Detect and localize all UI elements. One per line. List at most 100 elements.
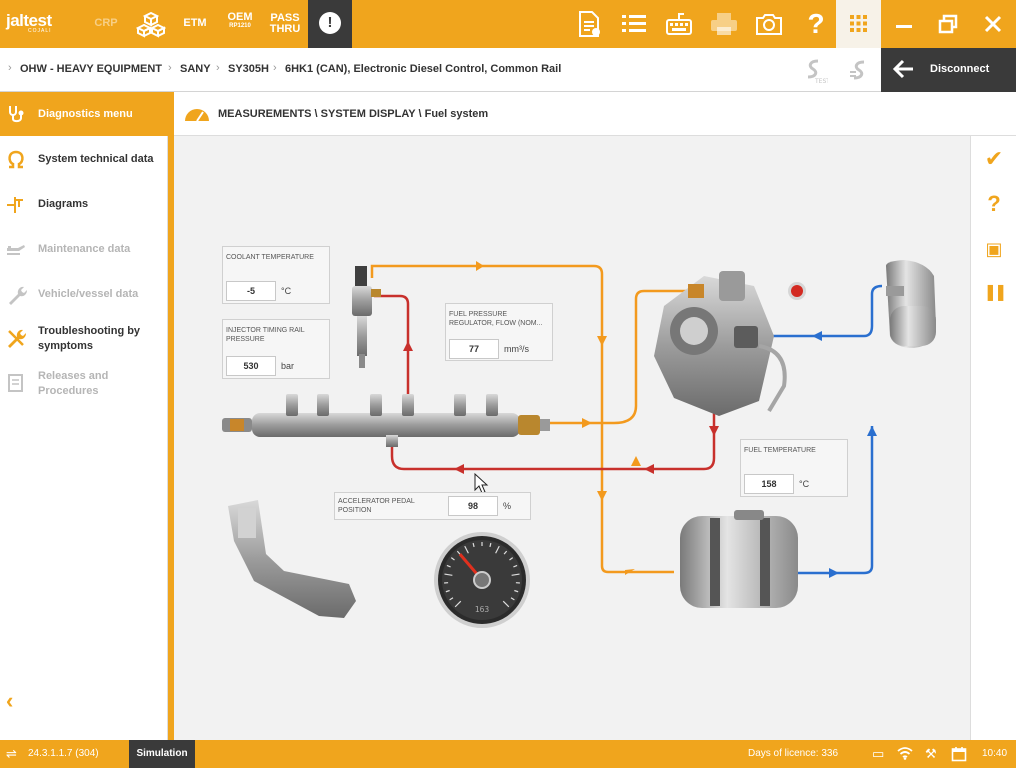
breadcrumb-item-brand[interactable]: SANY	[180, 63, 211, 75]
oil-can-icon	[7, 245, 25, 255]
confirm-icon[interactable]: ✔	[982, 147, 1006, 171]
accelerator-pedal-box: ACCELERATOR PEDAL POSITION 98 %	[334, 492, 531, 520]
apps-grid-button[interactable]	[836, 0, 881, 48]
wifi-icon[interactable]	[897, 746, 913, 763]
accelerator-pedal-label: ACCELERATOR PEDAL POSITION	[338, 498, 415, 514]
back-arrow-icon	[891, 56, 917, 88]
sidebar-item-label: Troubleshooting by symptoms	[38, 325, 141, 352]
minimize-icon	[896, 25, 912, 28]
breadcrumb-item-model[interactable]: SY305H	[228, 63, 269, 75]
connection-icon[interactable]	[844, 56, 872, 84]
mouse-cursor	[474, 472, 489, 494]
coolant-temperature-unit: °C	[281, 286, 292, 296]
apps-grid-icon	[850, 15, 867, 32]
list-icon[interactable]	[619, 10, 649, 38]
help-icon[interactable]: ?	[801, 10, 831, 38]
keyboard-icon[interactable]	[664, 10, 694, 38]
breadcrumb: › OHW - HEAVY EQUIPMENT › SANY › SY305H …	[0, 48, 1016, 92]
usb-icon: ⇌	[6, 746, 17, 761]
printer-icon[interactable]	[709, 10, 739, 38]
camera-icon[interactable]	[754, 10, 784, 38]
coolant-temperature-box: COOLANT TEMPERATURE -5 °C	[222, 246, 330, 304]
fuel-pressure-regulator-unit: mm³/s	[504, 344, 529, 354]
sidebar-item-troubleshooting[interactable]: Troubleshooting by symptoms	[0, 324, 168, 358]
logo-subtext: COJALI	[28, 28, 52, 34]
diagram-icon	[7, 197, 23, 213]
fuel-pressure-regulator-box: FUEL PRESSURE REGULATOR, FLOW (NOM... 77…	[445, 303, 553, 361]
stethoscope-icon	[9, 106, 24, 123]
fuel-tank	[680, 510, 798, 608]
right-toolbar: ✔ ? ▣ ❚❚	[970, 136, 1016, 740]
crp-button[interactable]: CRP	[91, 18, 121, 29]
passthru-button[interactable]: PASS THRU	[266, 13, 304, 35]
tools-status-icon[interactable]: ⚒	[925, 746, 937, 762]
sidebar-item-releases-procedures: Releases and Procedures	[0, 369, 168, 403]
high-pressure-pump	[654, 271, 787, 416]
status-bar: ⇌ 24.3.1.1.7 (304) Simulation Days of li…	[0, 740, 1016, 768]
pause-icon[interactable]: ❚❚	[982, 281, 1008, 305]
injector-rail-pressure-unit: bar	[281, 361, 295, 371]
breadcrumb-separator: ›	[273, 62, 277, 74]
common-rail	[222, 394, 550, 447]
sidebar-item-label: Vehicle/vessel data	[38, 288, 139, 300]
sidebar-item-diagrams[interactable]: Diagrams	[0, 193, 168, 227]
top-toolbar: jaltest COJALI CRP ETM OEM RP1210 PASS T…	[0, 0, 1016, 48]
clipboard-icon[interactable]: ▣	[982, 237, 1006, 261]
calendar-icon[interactable]	[951, 746, 967, 765]
cubes-icon[interactable]	[135, 10, 167, 38]
oem-sublabel: RP1210	[229, 23, 251, 29]
accelerator-pedal-unit: %	[503, 501, 512, 511]
restore-button[interactable]	[934, 10, 962, 38]
fuel-temperature-label: FUEL TEMPERATURE	[744, 447, 816, 454]
etm-label: ETM	[183, 17, 207, 29]
alert-icon: !	[319, 12, 341, 34]
collapse-sidebar-icon[interactable]: ‹	[6, 688, 13, 714]
tachometer-gauge: 163	[434, 532, 530, 628]
breadcrumb-item-category[interactable]: OHW - HEAVY EQUIPMENT	[20, 63, 162, 75]
tools-icon	[8, 329, 26, 348]
fuel-pressure-regulator-label: FUEL PRESSURE REGULATOR, FLOW (NOM...	[449, 311, 543, 327]
close-button[interactable]	[979, 10, 1007, 38]
sidebar-item-system-technical-data[interactable]: System technical data	[0, 148, 168, 182]
disconnect-button[interactable]: Disconnect	[881, 48, 1016, 92]
breadcrumb-separator: ›	[168, 62, 172, 74]
minimize-button[interactable]	[890, 10, 918, 38]
breadcrumb-separator: ›	[216, 62, 220, 74]
injector-rail-pressure-value: 530	[226, 356, 276, 376]
sidebar-item-diagnostics-menu[interactable]: Diagnostics menu	[0, 92, 168, 136]
gauge-digital-readout: 163	[475, 605, 490, 614]
gauge-icon	[185, 109, 209, 122]
sidebar-item-label: Releases and Procedures	[38, 370, 109, 397]
coolant-temperature-value: -5	[226, 281, 276, 301]
injector-rail-pressure-label: INJECTOR TIMING RAIL PRESSURE	[226, 327, 305, 343]
licence-days-text: Days of licence: 336	[748, 748, 839, 759]
fuel-filter	[886, 260, 936, 348]
report-icon[interactable]	[574, 10, 604, 38]
sidebar: Diagnostics menu System technical data D…	[0, 92, 168, 740]
breadcrumb-separator: ›	[8, 62, 12, 74]
ohm-icon	[8, 150, 24, 169]
fuel-temperature-box: FUEL TEMPERATURE 158 °C	[740, 439, 848, 497]
restore-icon	[938, 14, 958, 34]
disconnect-label: Disconnect	[930, 63, 990, 75]
alert-button[interactable]: !	[308, 0, 352, 48]
clock-text: 10:40	[982, 748, 1008, 759]
fuel-pressure-regulator-value: 77	[449, 339, 499, 359]
oem-label: OEM	[227, 11, 253, 23]
simulation-mode-badge[interactable]: Simulation	[129, 740, 195, 768]
close-icon	[984, 15, 1002, 33]
help-icon[interactable]: ?	[982, 192, 1006, 216]
screen-icon[interactable]: ▭	[872, 746, 884, 762]
diagram-svg: 163	[222, 260, 936, 628]
injector-rail-pressure-box: INJECTOR TIMING RAIL PRESSURE 530 bar	[222, 319, 330, 379]
sidebar-item-label: Maintenance data	[38, 243, 131, 255]
self-test-icon[interactable]: TEST	[800, 56, 828, 84]
accelerator-pedal-value: 98	[448, 496, 498, 516]
fuel-temperature-unit: °C	[799, 479, 810, 489]
sidebar-item-label: System technical data	[38, 153, 154, 165]
coolant-temperature-label: COOLANT TEMPERATURE	[226, 254, 314, 261]
breadcrumb-item-system[interactable]: 6HK1 (CAN), Electronic Diesel Control, C…	[285, 63, 561, 75]
etm-button[interactable]: ETM	[180, 18, 210, 29]
oem-button[interactable]: OEM RP1210	[222, 12, 258, 30]
page-title: MEASUREMENTS \ SYSTEM DISPLAY \ Fuel sys…	[218, 108, 489, 120]
